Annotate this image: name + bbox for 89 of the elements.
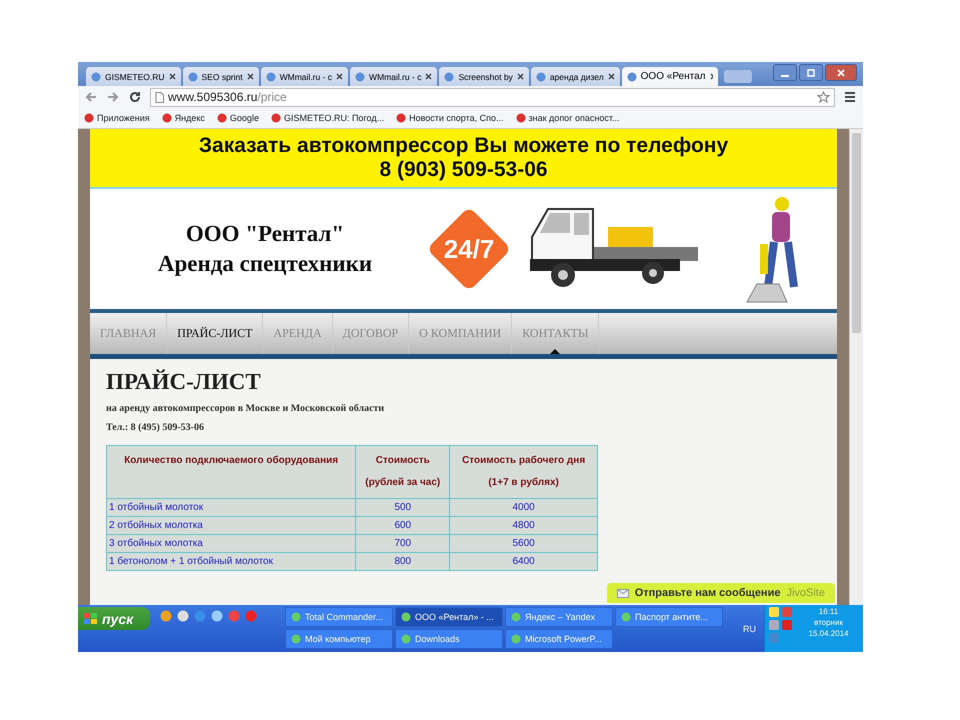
banner-text: Заказать автокомпрессор Вы можете по телефону [198, 134, 728, 158]
table-cell: 500 [356, 498, 450, 516]
table-cell: 3 отбойных молотка [106, 534, 356, 552]
scrollbar[interactable] [849, 129, 863, 605]
table-cell: 1 отбойный молоток [106, 498, 356, 516]
column-header: Стоимость рабочего дня (1+7 в рублях) [450, 446, 598, 498]
chat-widget[interactable]: Отправьте нам сообщение JivoSite [606, 583, 835, 603]
taskbar-button[interactable]: ООО «Рентал» - ... [395, 607, 503, 627]
clock-date: 15.04.2014 [808, 629, 849, 638]
app-icon [621, 612, 631, 622]
column-header: Количество подключаемого оборудования [106, 446, 356, 498]
table-cell: 700 [356, 534, 450, 552]
phone-text: Тел.: 8 (495) 509-53-06 [106, 422, 205, 433]
app-icon [511, 634, 521, 644]
table-cell: 6400 [450, 552, 598, 570]
menu-icon[interactable] [843, 90, 857, 104]
taskbar-button[interactable]: Яндекс – Yandex [505, 607, 613, 627]
scroll-thumb[interactable] [852, 133, 861, 333]
taskbar-button[interactable]: Паспорт антите... [615, 607, 723, 627]
company-name: ООО "Рентал" [186, 220, 344, 248]
language-indicator[interactable]: RU [735, 605, 764, 652]
browser-tab[interactable]: WMmail.ru - с [350, 67, 438, 86]
bookmark-icon [516, 113, 526, 123]
quick-launch-icon[interactable] [160, 610, 172, 622]
minimize-button[interactable] [773, 64, 797, 81]
restore-button[interactable] [799, 64, 823, 81]
bookmark-icon [216, 113, 227, 123]
favicon-icon [626, 72, 637, 82]
favicon-icon [444, 72, 454, 82]
bookmark-item[interactable]: знак допог опасност... [516, 113, 620, 123]
start-button[interactable]: пуск [78, 607, 150, 630]
favicon-icon [91, 72, 101, 82]
bookmark-item[interactable]: Google [216, 113, 259, 123]
app-icon [291, 634, 301, 644]
favicon-icon [536, 72, 546, 82]
reload-icon[interactable] [128, 90, 142, 104]
app-icon [401, 612, 411, 622]
address-field[interactable]: www.5095306.ru/price [150, 88, 835, 106]
company-tagline: Аренда спецтехники [158, 250, 372, 278]
favicon-icon [355, 72, 366, 82]
bookmark-item[interactable]: Новости спорта, Спо... [396, 113, 504, 123]
bookmark-item[interactable]: Приложения [84, 113, 150, 123]
bookmark-item[interactable]: GISMETEO.RU: Погод... [270, 113, 384, 123]
envelope-icon [616, 588, 629, 598]
app-icon [511, 612, 521, 622]
minimize-icon [781, 74, 789, 76]
bookmark-icon [396, 113, 406, 123]
favicon-icon [266, 72, 276, 82]
clock-time: 16:11 [818, 607, 838, 616]
page-subtitle: на аренду автокомпрессоров в Москве и Московской области [106, 403, 386, 414]
star-icon[interactable] [817, 90, 830, 104]
taskbar-button[interactable]: Downloads [395, 629, 503, 649]
new-tab-button[interactable] [724, 70, 752, 83]
table-cell: 5600 [450, 534, 598, 552]
browser-tab[interactable]: ООО «Рентал [622, 67, 718, 86]
quick-launch-icon[interactable] [177, 610, 189, 622]
taskbar-button[interactable]: Total Commander... [285, 607, 393, 627]
bookmark-icon [270, 113, 281, 123]
table-cell: 4000 [450, 498, 598, 516]
taskbar-button[interactable]: Мой компьютер [285, 629, 393, 649]
bookmark-icon [162, 113, 172, 123]
forward-icon[interactable] [106, 90, 120, 104]
quick-launch-icon[interactable] [211, 610, 223, 622]
clock-weekday: вторник [814, 618, 843, 627]
browser-tab[interactable]: WMmail.ru - с [260, 67, 348, 86]
page-title: ПРАЙС-ЛИСТ [106, 369, 262, 395]
back-icon[interactable] [84, 90, 98, 104]
bookmark-item[interactable]: Яндекс [162, 113, 205, 123]
table-cell: 2 отбойных молотка [106, 516, 356, 534]
browser-tab[interactable]: аренда дизел [530, 67, 620, 86]
app-icon [401, 634, 411, 644]
table-cell: 4800 [450, 516, 598, 534]
browser-tab[interactable]: GISMETEO.RU [86, 67, 181, 86]
browser-tab[interactable]: SEO sprint [182, 67, 259, 86]
page-icon [155, 92, 164, 102]
table-cell: 1 бетонолом + 1 отбойный молоток [106, 552, 356, 570]
restore-icon [807, 68, 815, 76]
app-icon [291, 612, 301, 622]
windows-logo-icon [84, 612, 98, 624]
browser-tab[interactable]: Screenshot by [439, 67, 529, 86]
close-button[interactable] [825, 64, 857, 81]
favicon-icon [188, 72, 198, 82]
banner-phone: 8 (903) 509-53-06 [379, 158, 548, 182]
table-cell: 800 [356, 552, 450, 570]
table-cell: 600 [356, 516, 450, 534]
bookmark-icon [84, 113, 94, 123]
nav-link[interactable]: ПРАЙС-ЛИСТ [167, 313, 264, 354]
column-header: Стоимость (рублей за час) [356, 446, 450, 498]
taskbar-button[interactable]: Microsoft PowerP... [505, 629, 613, 649]
